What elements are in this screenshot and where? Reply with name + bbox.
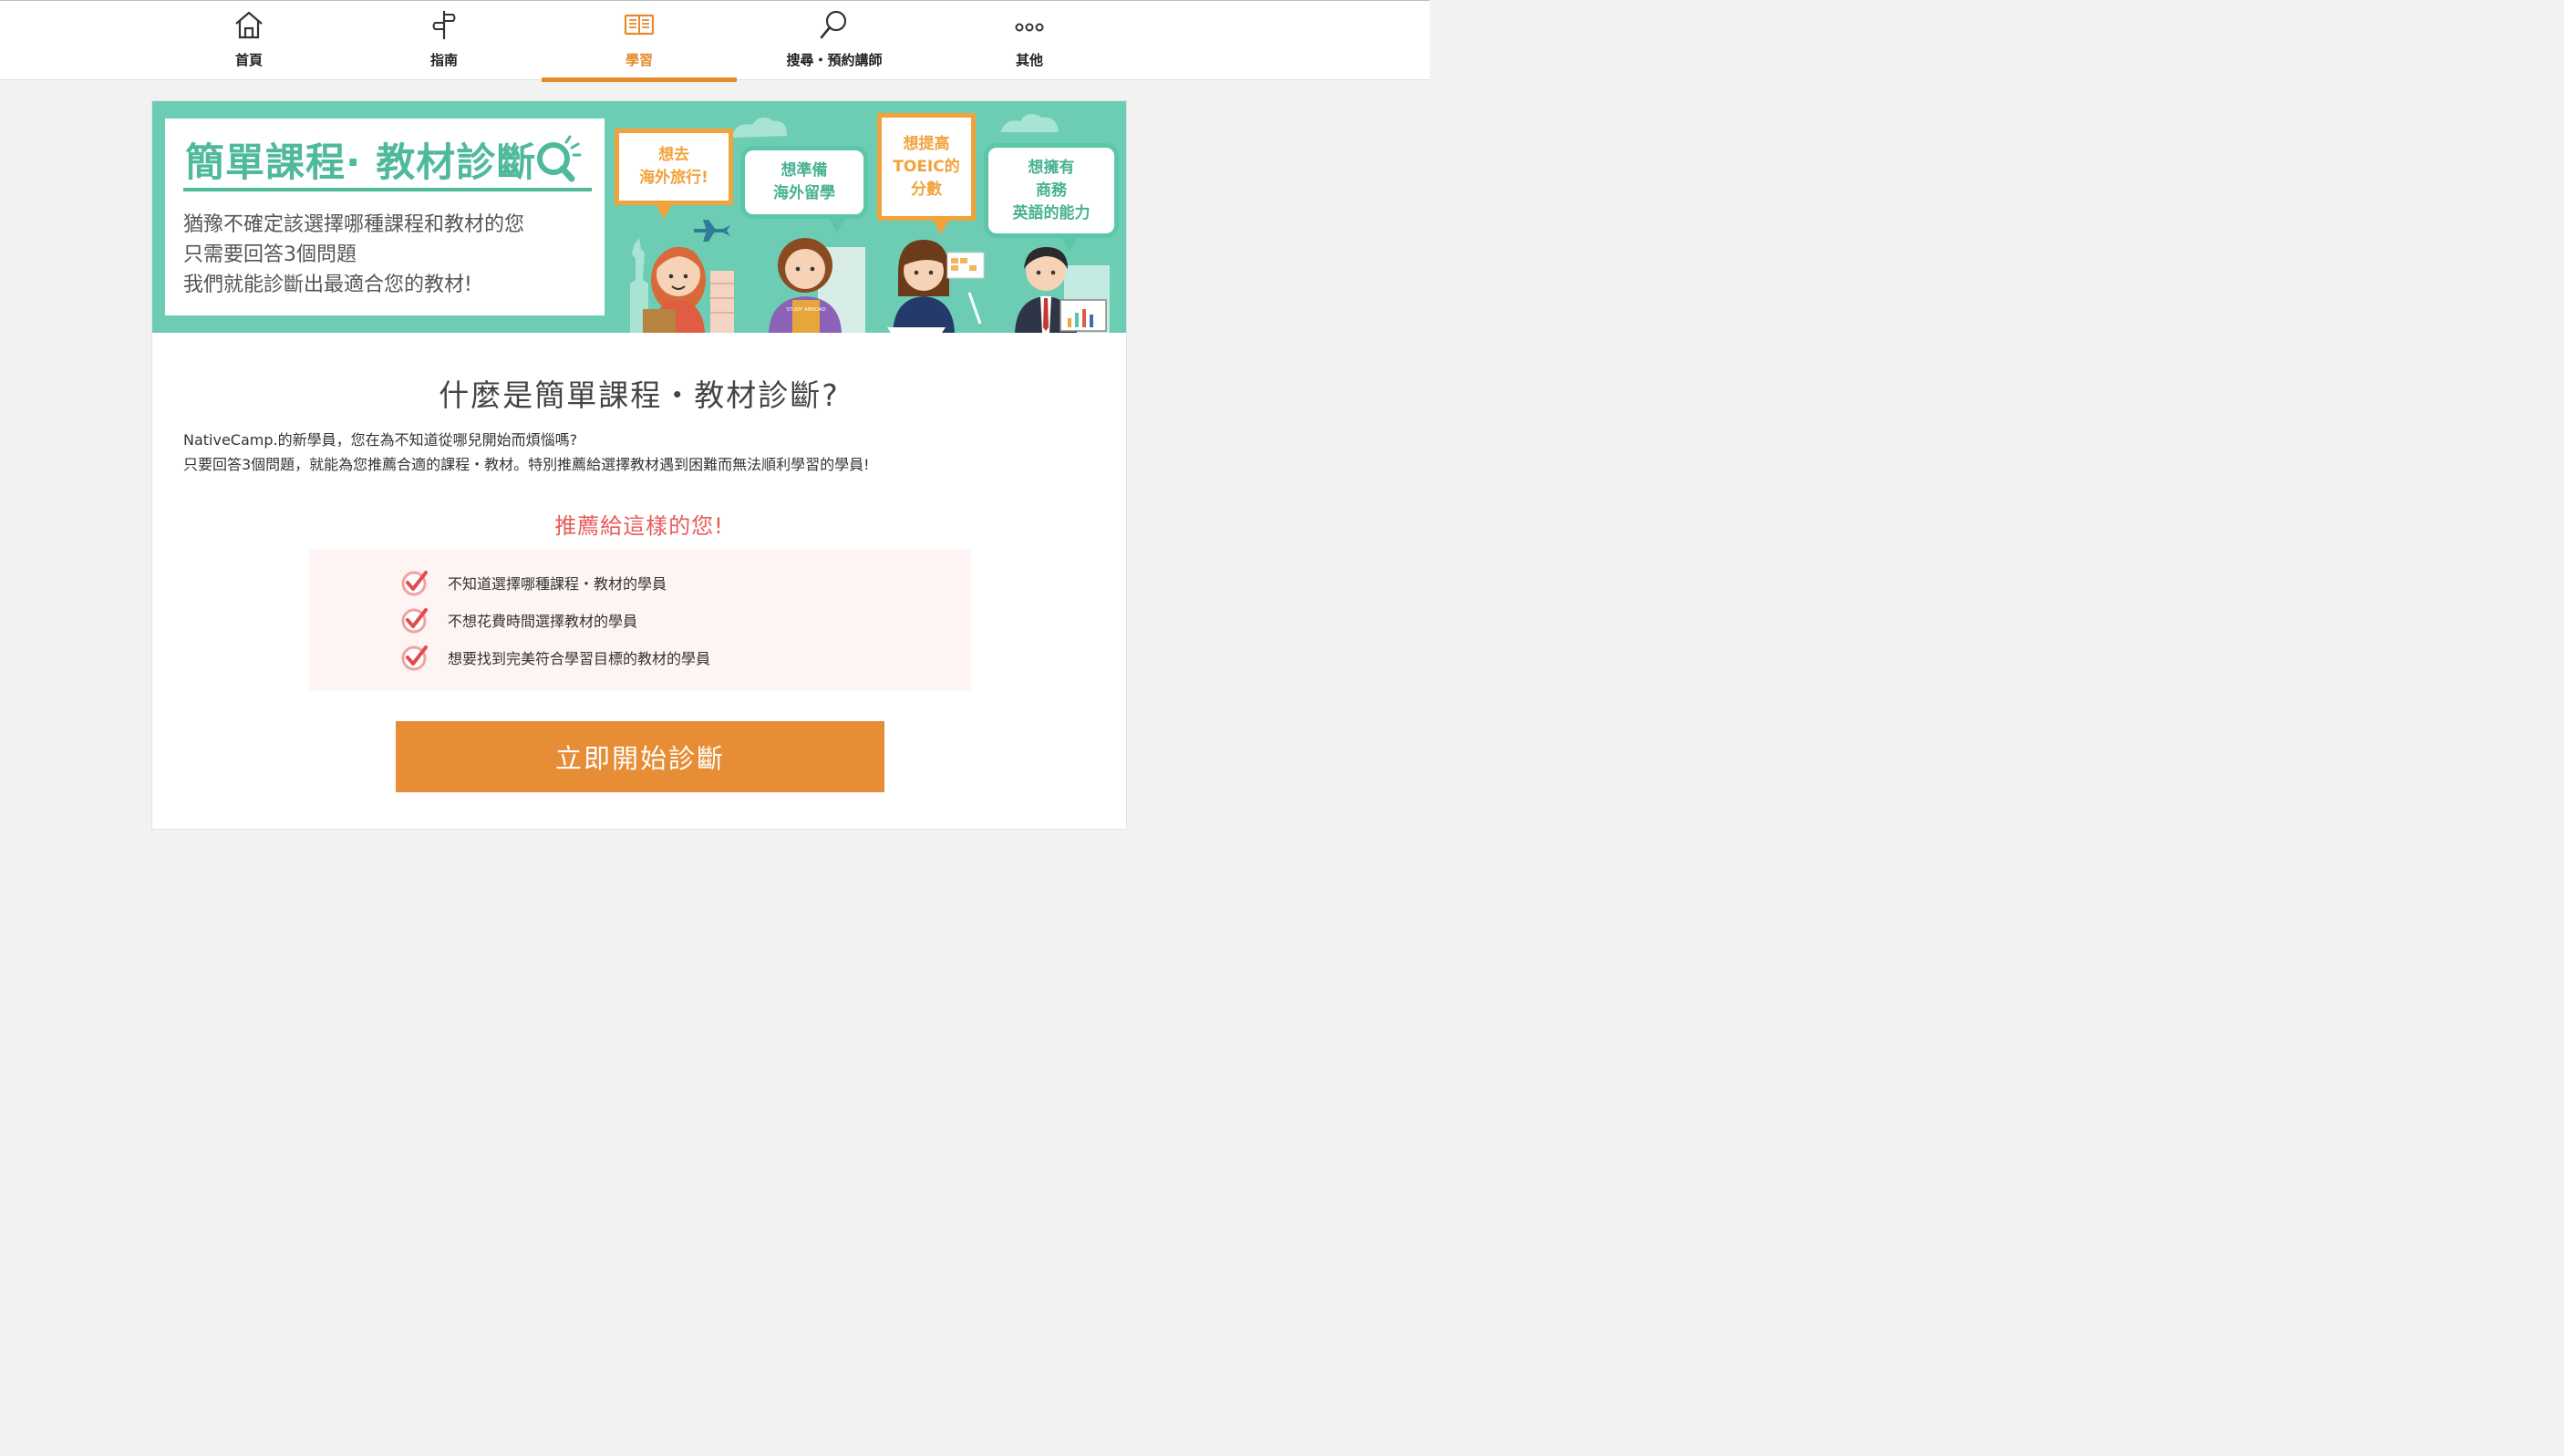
nav-home[interactable]: 首頁 — [151, 1, 346, 81]
nav-guide[interactable]: 指南 — [346, 1, 542, 81]
recommend-list: 不知道選擇哪種課程・教材的學員 不想花費時間選擇教材的學員 想要找到完美符合學習… — [309, 550, 971, 690]
diagnosis-banner: 簡單課程· 教材診斷 猶豫不確定該選擇哪種課程和教材的您 只需要回答3個問題 我… — [152, 101, 1126, 333]
banner-line-2: 只需要回答3個問題 — [183, 243, 357, 266]
book-label: STUDY ABROAD — [786, 307, 826, 313]
list-item: 不知道選擇哪種課程・教材的學員 — [400, 569, 667, 596]
nav-guide-label: 指南 — [429, 52, 458, 68]
intro-line-2: 只要回答3個問題，就能為您推薦合適的課程・教材。特別推薦給選擇教材遇到困難而無法… — [183, 456, 870, 473]
home-icon — [235, 11, 263, 39]
bubble-study-abroad: 想準備 海外留學 — [740, 146, 868, 232]
checkmark-icon — [401, 608, 428, 634]
checkmark-icon — [401, 645, 428, 671]
nav-study[interactable]: 學習 — [542, 1, 737, 82]
bubble-business-line3: 英語的能力 — [1012, 203, 1091, 222]
list-item: 不想花費時間選擇教材的學員 — [400, 606, 637, 634]
bubble-travel-line1: 想去 — [657, 146, 689, 164]
intro-line-1: NativeCamp.的新學員，您在為不知道從哪兒開始而煩惱嗎? — [183, 431, 578, 449]
bubble-study-line1: 想準備 — [781, 161, 828, 180]
bubble-travel: 想去海外旅行! — [615, 129, 733, 219]
bubble-travel-line2: 海外旅行! — [639, 169, 708, 187]
recommend-item-label: 不想花費時間選擇教材的學員 — [448, 613, 638, 630]
start-diagnosis-button[interactable]: 立即開始診斷 — [396, 721, 884, 792]
bubble-business: 想擁有商務英語的能力 — [984, 143, 1119, 252]
recommend-heading: 推薦給這樣的您! — [554, 513, 724, 539]
recommend-item-label: 不知道選擇哪種課程・教材的學員 — [448, 575, 667, 593]
search-icon — [820, 10, 847, 39]
nav-more[interactable]: 其他 — [932, 1, 1127, 81]
top-nav: 首頁 指南 學習 搜尋・預約講師 其他 — [0, 0, 1430, 82]
nav-search-label: 搜尋・預約講師 — [786, 52, 883, 68]
nav-more-label: 其他 — [1015, 52, 1043, 68]
list-item: 想要找到完美符合學習目標的教材的學員 — [400, 644, 710, 671]
bubble-toeic-line3: 分數 — [911, 180, 942, 199]
nav-search-teacher[interactable]: 搜尋・預約講師 — [737, 1, 932, 81]
book-icon — [624, 14, 655, 36]
magnifier-icon — [537, 135, 582, 182]
checkmark-icon — [401, 571, 428, 596]
nav-study-label: 學習 — [625, 52, 653, 68]
banner-text-box: 簡單課程· 教材診斷 猶豫不確定該選擇哪種課程和教材的您 只需要回答3個問題 我… — [165, 119, 605, 315]
bubble-toeic-line1: 想提高 — [903, 134, 950, 153]
more-icon — [1015, 23, 1044, 32]
banner-title-underline — [183, 188, 592, 191]
active-tab-indicator — [542, 77, 737, 82]
nav-home-label: 首頁 — [234, 52, 263, 68]
main-card: 簡單課程· 教材診斷 猶豫不確定該選擇哪種課程和教材的您 只需要回答3個問題 我… — [151, 100, 1127, 830]
bubble-business-line2: 商務 — [1036, 181, 1067, 200]
banner-line-1: 猶豫不確定該選擇哪種課程和教材的您 — [183, 213, 525, 236]
banner-line-3: 我們就能診斷出最適合您的教材! — [183, 274, 472, 296]
bubble-toeic: 想提高 TOEIC的 分數 — [877, 113, 976, 234]
signpost-icon — [432, 11, 456, 39]
recommend-item-label: 想要找到完美符合學習目標的教材的學員 — [448, 650, 711, 667]
banner-title: 簡單課程· 教材診斷 — [185, 140, 537, 186]
bubble-business-line1: 想擁有 — [1028, 158, 1075, 177]
bubble-toeic-line2: TOEIC的 — [893, 157, 960, 176]
bubble-study-line2: 海外留學 — [773, 184, 835, 202]
page-heading: 什麼是簡單課程・教材診斷? — [439, 377, 840, 413]
